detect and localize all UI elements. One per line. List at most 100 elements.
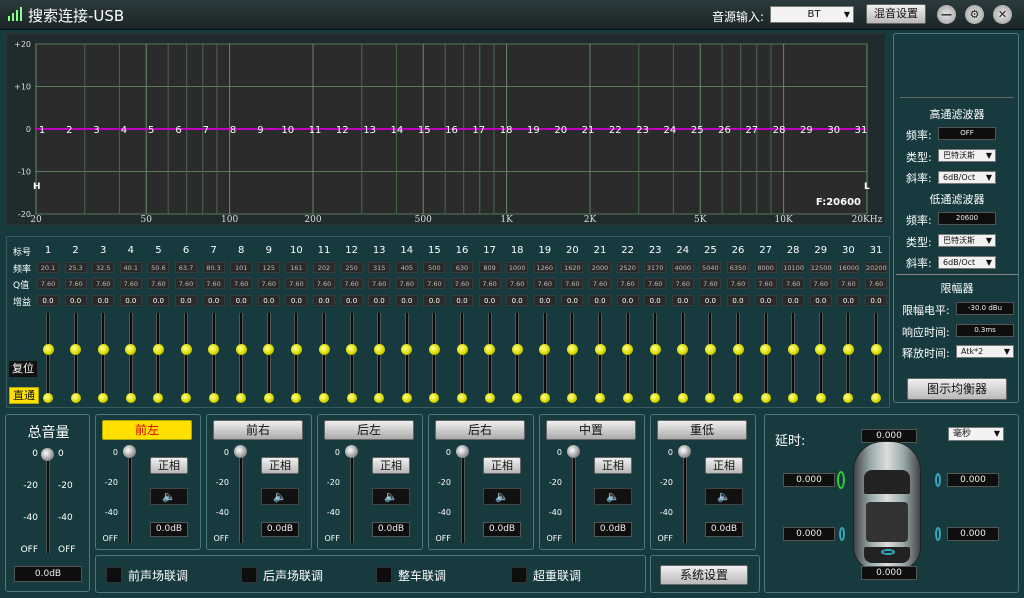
settings-icon[interactable]: ⚙ [965,5,984,24]
band-q-knob[interactable] [539,393,550,403]
band-gain-field[interactable]: 0.0 [727,295,749,306]
band-slider-track[interactable] [377,313,382,401]
band-gain-knob[interactable] [346,344,358,355]
band-gain-field[interactable]: 0.0 [616,295,639,306]
band-slider-track[interactable] [680,313,685,401]
link-checkbox[interactable] [511,567,527,583]
band-gain-knob[interactable] [125,344,137,355]
band-freq-field[interactable]: 50.6 [147,262,170,273]
band-freq-field[interactable]: 500 [423,262,446,273]
speaker-mute-icon[interactable]: 🔈 [150,488,188,505]
phase-button[interactable]: 正相 [705,457,743,474]
channel-slider-track[interactable] [350,451,354,543]
band-q-knob[interactable] [374,393,385,403]
channel-slider-knob[interactable] [678,445,691,458]
band-freq-field[interactable]: 10100 [782,262,805,273]
band-q-knob[interactable] [153,393,164,403]
band-q-knob[interactable] [125,393,136,403]
band-q-field[interactable]: 7.60 [423,278,446,289]
band-q-knob[interactable] [650,393,661,403]
delay-rr-value[interactable]: 0.000 [947,527,999,541]
band-slider-track[interactable] [266,313,271,401]
band-slider-track[interactable] [432,313,437,401]
channel-slider-track[interactable] [461,451,465,543]
band-freq-field[interactable]: 202 [313,262,335,273]
band-gain-field[interactable]: 0.0 [230,295,253,306]
hpf-type-select[interactable]: 巴特沃斯 [938,149,996,162]
front-right-speaker-icon[interactable] [935,473,941,487]
band-q-field[interactable]: 7.60 [368,278,391,289]
sub-speaker-icon[interactable] [881,549,895,555]
band-gain-knob[interactable] [732,344,744,355]
band-freq-field[interactable]: 809 [478,262,501,273]
band-q-field[interactable]: 7.60 [478,278,501,289]
band-gain-knob[interactable] [290,344,302,355]
phase-button[interactable]: 正相 [594,457,632,474]
band-gain-knob[interactable] [263,344,275,355]
channel-value[interactable]: 0.0dB [594,522,632,537]
band-gain-knob[interactable] [566,344,578,355]
band-gain-knob[interactable] [815,344,827,355]
limiter-release-select[interactable]: Atk*2 [956,345,1014,358]
master-slider-track[interactable] [46,453,50,553]
band-q-knob[interactable] [622,393,633,403]
band-gain-field[interactable]: 0.0 [561,295,584,306]
channel-name-button[interactable]: 后右 [435,420,525,440]
speaker-mute-icon[interactable]: 🔈 [483,488,521,505]
band-slider-track[interactable] [211,313,216,401]
band-q-field[interactable]: 7.60 [533,278,556,289]
band-freq-field[interactable]: 5040 [699,262,722,273]
band-freq-field[interactable]: 32.5 [92,262,115,273]
band-gain-knob[interactable] [401,344,413,355]
band-freq-field[interactable]: 3170 [644,262,667,273]
band-gain-knob[interactable] [704,344,716,355]
band-freq-field[interactable]: 2520 [616,262,639,273]
band-q-field[interactable]: 7.60 [257,278,280,289]
system-settings-button[interactable]: 系统设置 [660,565,748,585]
band-gain-field[interactable]: 0.0 [340,295,363,306]
band-q-field[interactable]: 7.60 [313,278,335,289]
band-q-field[interactable]: 7.60 [119,278,142,289]
limiter-level-input[interactable]: -30.0 dBu [956,302,1014,315]
band-gain-knob[interactable] [594,344,606,355]
band-q-field[interactable]: 7.60 [727,278,749,289]
speaker-mute-icon[interactable]: 🔈 [261,488,299,505]
band-gain-field[interactable]: 0.0 [202,295,225,306]
band-q-knob[interactable] [871,393,881,403]
band-slider-track[interactable] [294,313,299,401]
bypass-button[interactable]: 直通 [9,387,39,404]
band-q-field[interactable]: 7.60 [865,278,887,289]
band-gain-field[interactable]: 0.0 [644,295,667,306]
band-q-knob[interactable] [512,393,523,403]
band-gain-field[interactable]: 0.0 [671,295,694,306]
band-gain-field[interactable]: 0.0 [451,295,473,306]
band-q-knob[interactable] [760,393,771,403]
band-gain-field[interactable]: 0.0 [423,295,446,306]
lpf-freq-input[interactable]: 20600 [938,212,996,225]
channel-slider-track[interactable] [683,451,687,543]
band-slider-track[interactable] [239,313,244,401]
band-q-field[interactable]: 7.60 [175,278,197,289]
band-q-knob[interactable] [429,393,440,403]
band-gain-field[interactable]: 0.0 [589,295,611,306]
delay-rl-value[interactable]: 0.000 [783,527,835,541]
band-slider-track[interactable] [542,313,547,401]
band-gain-knob[interactable] [760,344,772,355]
link-checkbox[interactable] [106,567,122,583]
band-freq-field[interactable]: 40.1 [119,262,142,273]
band-freq-field[interactable]: 1000 [506,262,529,273]
channel-value[interactable]: 0.0dB [372,522,410,537]
band-gain-field[interactable]: 0.0 [64,295,87,306]
band-gain-knob[interactable] [42,344,54,355]
band-slider-track[interactable] [184,313,188,401]
band-gain-field[interactable]: 0.0 [285,295,308,306]
band-slider-track[interactable] [349,313,354,401]
band-q-knob[interactable] [181,393,191,403]
band-q-knob[interactable] [263,393,274,403]
band-gain-knob[interactable] [539,344,551,355]
channel-value[interactable]: 0.0dB [150,522,188,537]
band-q-knob[interactable] [567,393,578,403]
band-gain-field[interactable]: 0.0 [92,295,115,306]
band-freq-field[interactable]: 4000 [671,262,694,273]
speaker-mute-icon[interactable]: 🔈 [705,488,743,505]
